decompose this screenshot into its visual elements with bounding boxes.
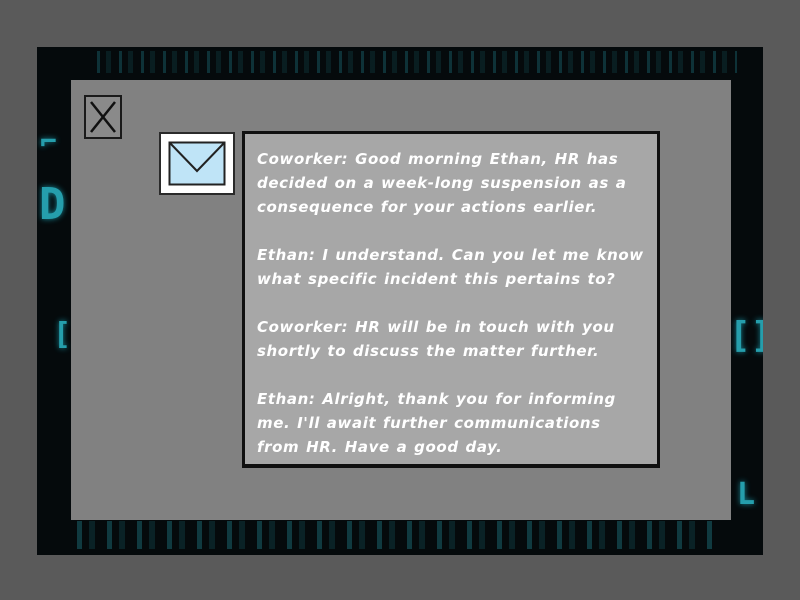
close-button[interactable] bbox=[84, 95, 122, 139]
message-line: Ethan: Alright, thank you for informing … bbox=[257, 390, 616, 456]
background-glyph: ⌐ bbox=[40, 125, 57, 158]
message-line: Ethan: I understand. Can you let me know… bbox=[257, 246, 644, 288]
message-box: Coworker: Good morning Ethan, HR has dec… bbox=[242, 131, 660, 468]
close-icon bbox=[90, 101, 116, 133]
envelope-icon bbox=[168, 141, 226, 186]
background-glyph: [] bbox=[729, 315, 763, 356]
message-line: Coworker: HR will be in touch with you s… bbox=[257, 318, 615, 360]
background-glyph: L bbox=[737, 477, 756, 512]
mail-icon-box bbox=[159, 132, 235, 195]
glitch-noise-top bbox=[97, 51, 737, 73]
glitch-noise-bottom bbox=[77, 521, 717, 549]
background-glyph: D bbox=[39, 179, 66, 230]
background-glyph: [ bbox=[53, 317, 72, 352]
message-line: Coworker: Good morning Ethan, HR has dec… bbox=[257, 150, 627, 216]
